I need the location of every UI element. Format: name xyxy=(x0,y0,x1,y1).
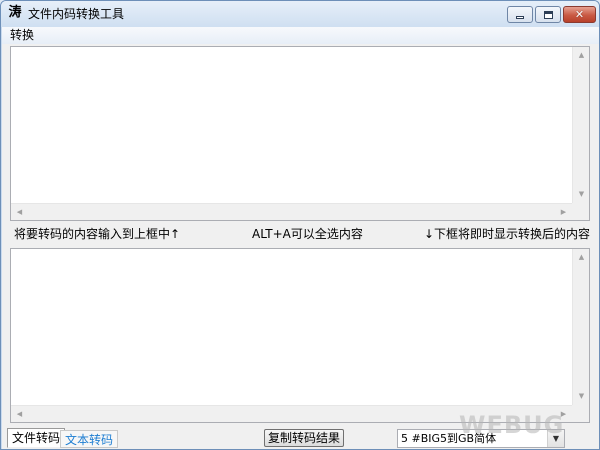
chevron-down-icon[interactable]: ▼ xyxy=(573,186,590,203)
maximize-icon xyxy=(543,10,553,19)
output-vertical-scrollbar[interactable]: ▲ ▼ xyxy=(572,249,589,405)
client-area: ▲ ▼ ◀ ▶ 将要转码的内容输入到上框中↑ ALT+A可以全选内容 ↓下框将即… xyxy=(2,44,599,449)
chevron-up-icon[interactable]: ▲ xyxy=(573,249,590,266)
output-textarea[interactable]: ▲ ▼ ◀ ▶ xyxy=(10,248,590,423)
tab-file-convert[interactable]: 文件转码 xyxy=(7,428,66,448)
window-title: 文件内码转换工具 xyxy=(28,7,125,21)
minimize-button[interactable] xyxy=(507,6,533,23)
copy-result-button[interactable]: 复制转码结果 xyxy=(264,429,345,447)
app-logo: 涛 xyxy=(8,5,22,20)
chevron-up-icon[interactable]: ▲ xyxy=(573,47,590,64)
minimize-icon xyxy=(516,16,524,19)
hint-select-all: ALT+A可以全选内容 xyxy=(252,227,363,241)
input-horizontal-scrollbar[interactable]: ◀ ▶ xyxy=(11,203,572,220)
chevron-left-icon[interactable]: ◀ xyxy=(11,204,28,221)
chevron-right-icon[interactable]: ▶ xyxy=(555,406,572,423)
close-button[interactable]: ✕ xyxy=(563,6,596,23)
menu-bar: 转换 xyxy=(2,27,599,44)
scroll-corner xyxy=(572,405,589,422)
chevron-left-icon[interactable]: ◀ xyxy=(11,406,28,423)
chevron-right-icon[interactable]: ▶ xyxy=(555,204,572,221)
input-textarea[interactable]: ▲ ▼ ◀ ▶ xyxy=(10,46,590,221)
encoding-select-value: 5 #BIG5到GB简体 xyxy=(401,432,497,445)
encoding-select[interactable]: 5 #BIG5到GB简体 ▼ xyxy=(397,429,565,448)
chevron-down-icon[interactable]: ▼ xyxy=(573,388,590,405)
dropdown-arrow-icon[interactable]: ▼ xyxy=(547,430,564,447)
maximize-button[interactable] xyxy=(535,6,561,23)
scroll-corner xyxy=(572,203,589,220)
close-icon: ✕ xyxy=(574,8,585,21)
output-horizontal-scrollbar[interactable]: ◀ ▶ xyxy=(11,405,572,422)
bottom-bar: 文件转码 文本转码 复制转码结果 5 #BIG5到GB简体 ▼ xyxy=(2,427,599,449)
input-vertical-scrollbar[interactable]: ▲ ▼ xyxy=(572,47,589,203)
hint-row: 将要转码的内容输入到上框中↑ ALT+A可以全选内容 ↓下框将即时显示转换后的内… xyxy=(10,225,590,243)
hint-output: ↓下框将即时显示转换后的内容 xyxy=(423,227,590,241)
hint-input: 将要转码的内容输入到上框中↑ xyxy=(14,227,181,241)
app-window: 涛 文件内码转换工具 ✕ 转换 ▲ ▼ ◀ ▶ 将要转码的内容输入到上框中↑ A… xyxy=(0,0,600,450)
title-bar[interactable]: 涛 文件内码转换工具 ✕ xyxy=(1,1,599,27)
menu-item-convert[interactable]: 转换 xyxy=(10,28,34,43)
tab-text-convert[interactable]: 文本转码 xyxy=(60,430,119,448)
